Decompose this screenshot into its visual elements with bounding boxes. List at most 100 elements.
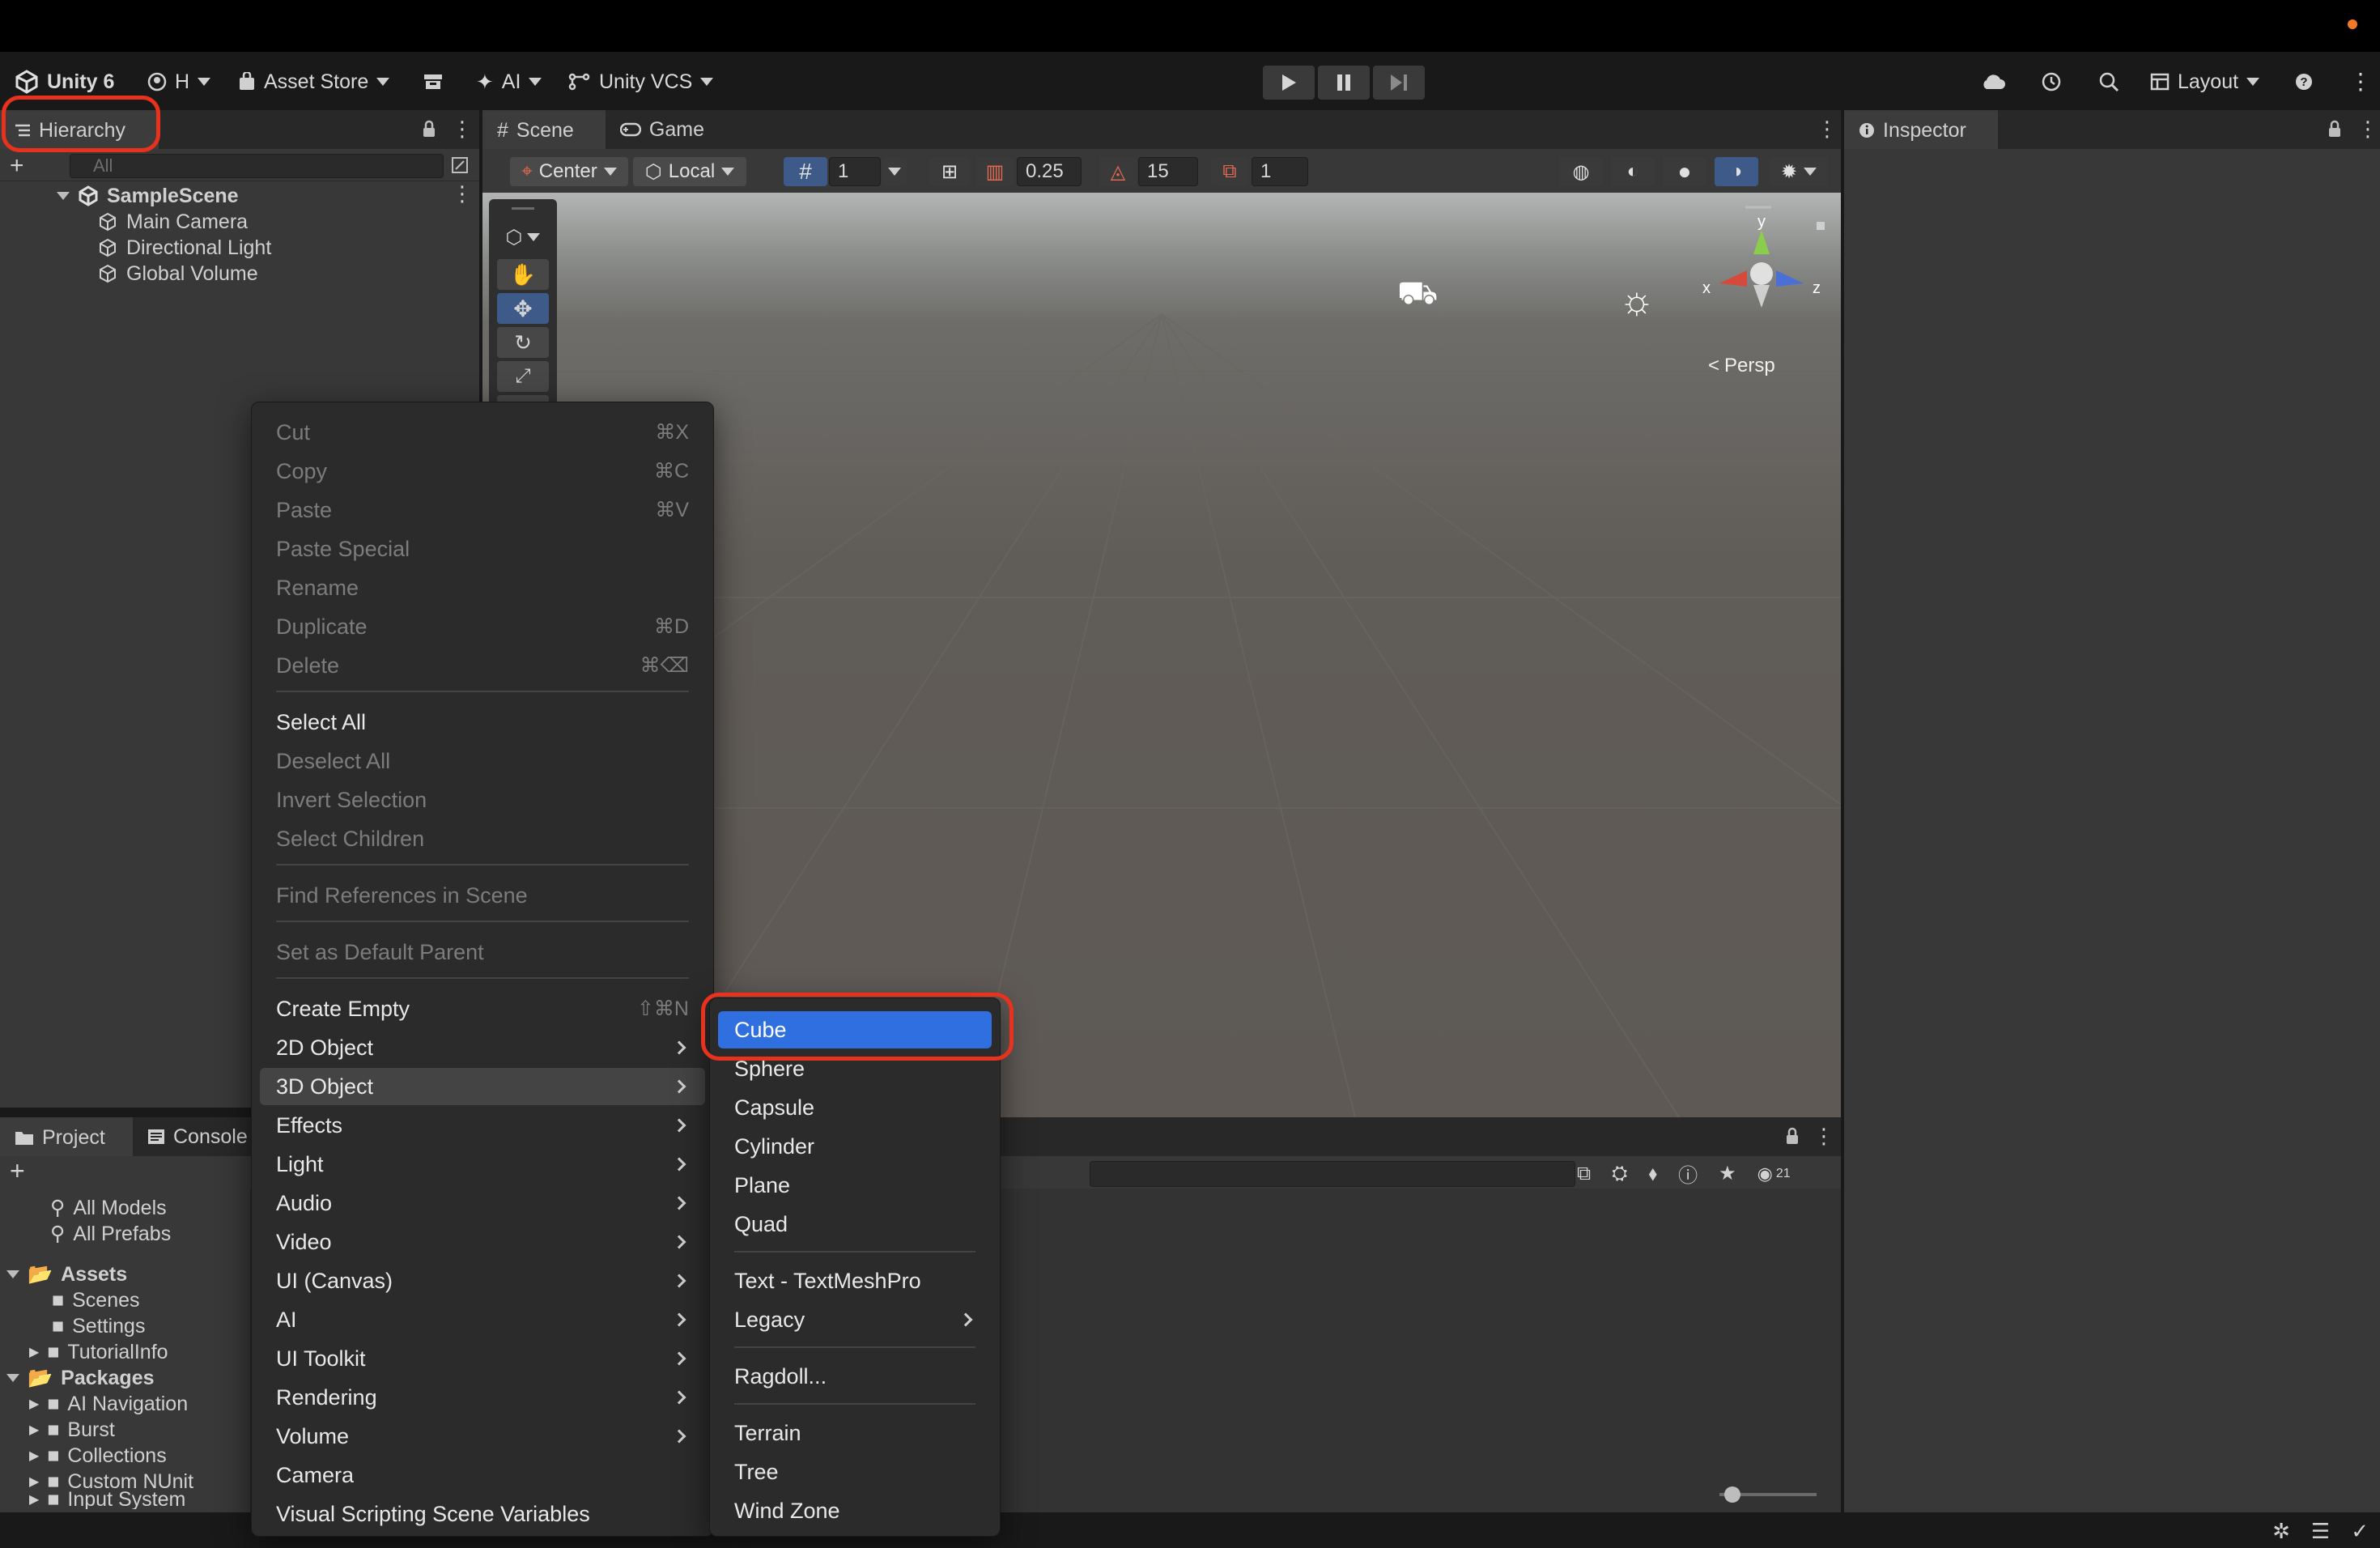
gizmo-center[interactable] <box>1750 262 1773 285</box>
help-button[interactable]: ? <box>2294 52 2314 112</box>
x-axis-cone[interactable] <box>1719 270 1747 287</box>
menu-item-select-children[interactable]: Select Children <box>260 820 705 857</box>
menu-item-volume[interactable]: Volume <box>260 1418 705 1455</box>
filter-icon[interactable]: ⛭ <box>1612 1163 1627 1185</box>
scale-tool-button[interactable]: ⤢ <box>497 361 549 392</box>
panel-menu-icon[interactable]: ⋮ <box>1813 1124 1834 1149</box>
orientation-button[interactable]: ◍ <box>1559 157 1603 186</box>
y-axis-cone[interactable] <box>1753 230 1770 254</box>
shaded-button[interactable]: ● <box>1663 157 1706 186</box>
menu-item-delete[interactable]: Delete ⌘⌫ <box>260 647 705 684</box>
history-button[interactable] <box>2040 52 2063 112</box>
submenu-item-terrain[interactable]: Terrain <box>718 1414 992 1452</box>
asset-store-dropdown[interactable]: Asset Store <box>238 52 390 112</box>
submenu-item-quad[interactable]: Quad <box>718 1206 992 1243</box>
more-options-icon[interactable]: ⋮ <box>2349 52 2372 112</box>
drag-handle[interactable] <box>512 207 534 210</box>
play-button[interactable] <box>1263 66 1315 100</box>
package-input-system[interactable]: ▶ ■ Input System <box>29 1490 185 1509</box>
neg-y-cone[interactable] <box>1753 285 1770 308</box>
submenu-item-tree[interactable]: Tree <box>718 1453 992 1491</box>
grid-toggle-button[interactable]: # <box>784 157 827 186</box>
menu-item-camera[interactable]: Camera <box>260 1457 705 1494</box>
menu-item-audio[interactable]: Audio <box>260 1184 705 1222</box>
search-button[interactable] <box>2098 52 2119 112</box>
expand-arrow-icon[interactable]: ▶ <box>29 1474 39 1490</box>
shaded-wireframe-button[interactable]: ◑ <box>1715 157 1758 186</box>
tab-project[interactable]: Project <box>0 1117 133 1156</box>
submenu-item-ragdoll[interactable]: Ragdoll... <box>718 1358 992 1395</box>
menu-item-ui-toolkit[interactable]: UI Toolkit <box>260 1340 705 1377</box>
menu-item-visual-scripting[interactable]: Visual Scripting Scene Variables <box>260 1495 705 1533</box>
project-search-input[interactable] <box>1090 1161 1575 1187</box>
label-icon[interactable]: ⬧ <box>1648 1163 1657 1185</box>
menu-item-invert-selection[interactable]: Invert Selection <box>260 781 705 819</box>
favorite-all-models[interactable]: ⚲ All Models <box>50 1195 167 1221</box>
scene-menu-icon[interactable]: ⋮ <box>452 181 473 206</box>
tab-console[interactable]: Console <box>133 1117 262 1156</box>
scene-root-row[interactable]: SampleScene <box>57 183 239 209</box>
ai-dropdown[interactable]: ✦ AI <box>476 52 542 112</box>
menu-item-rename[interactable]: Rename <box>260 569 705 606</box>
gizmos-dropdown[interactable]: ✹ <box>1770 157 1828 186</box>
menu-item-copy[interactable]: Copy ⌘C <box>260 453 705 490</box>
expand-arrow-icon[interactable]: ▶ <box>29 1448 39 1464</box>
submenu-item-text-tmp[interactable]: Text - TextMeshPro <box>718 1262 992 1299</box>
menu-item-ui-canvas[interactable]: UI (Canvas) <box>260 1262 705 1299</box>
lock-icon[interactable] <box>2327 120 2343 142</box>
grid-size-field[interactable]: 1 <box>829 157 881 186</box>
menu-item-set-default-parent[interactable]: Set as Default Parent <box>260 933 705 971</box>
layout-dropdown[interactable]: Layout <box>2150 52 2260 112</box>
warning-icon[interactable]: ⓘ <box>1678 1159 1698 1188</box>
camera-gizmo-icon[interactable]: ⛟ <box>1397 275 1438 316</box>
icon-size-slider-knob[interactable] <box>1724 1486 1740 1503</box>
sun-light-gizmo-icon[interactable]: ☼ <box>1619 279 1655 323</box>
hierarchy-search-input[interactable]: All <box>70 154 444 178</box>
expand-arrow-icon[interactable]: ▶ <box>29 1344 39 1360</box>
menu-item-paste[interactable]: Paste ⌘V <box>260 491 705 529</box>
menu-item-create-empty[interactable]: Create Empty ⇧⌘N <box>260 990 705 1027</box>
package-manager-button[interactable] <box>423 52 444 112</box>
hidden-packages-count[interactable]: ◉ 21 <box>1757 1163 1791 1184</box>
folder-scenes[interactable]: ■ Scenes <box>52 1287 140 1313</box>
move-tool-button[interactable]: ✥ <box>497 293 549 324</box>
checkmark-circle-icon[interactable]: ✓ <box>2351 1519 2369 1544</box>
space-local-dropdown[interactable]: ⬡ Local <box>633 157 746 186</box>
expand-triangle-icon[interactable] <box>57 192 70 200</box>
expand-triangle-icon[interactable] <box>6 1270 19 1278</box>
hierarchy-item-directional-light[interactable]: Directional Light <box>97 235 271 261</box>
add-icon[interactable]: + <box>10 1156 25 1186</box>
menu-item-effects[interactable]: Effects <box>260 1107 705 1144</box>
lock-icon[interactable] <box>1784 1127 1800 1149</box>
projection-toggle[interactable]: < Persp <box>1708 355 1775 377</box>
version-control-dropdown[interactable]: Unity VCS <box>568 52 714 112</box>
add-icon[interactable]: + <box>10 152 24 180</box>
expand-arrow-icon[interactable]: ▶ <box>29 1422 39 1438</box>
package-collections[interactable]: ▶ ■ Collections <box>29 1443 167 1469</box>
menu-item-light[interactable]: Light <box>260 1146 705 1183</box>
snap-toggle-button[interactable]: ⊞ <box>929 157 970 186</box>
favorite-star-icon[interactable]: ★ <box>1719 1162 1736 1185</box>
menu-item-select-all[interactable]: Select All <box>260 704 705 741</box>
menu-item-paste-special[interactable]: Paste Special <box>260 530 705 568</box>
cache-server-icon[interactable]: ☰ <box>2311 1519 2330 1544</box>
submenu-item-plane[interactable]: Plane <box>718 1167 992 1204</box>
lock-icon[interactable] <box>421 120 437 142</box>
rotate-tool-button[interactable]: ↻ <box>497 327 549 358</box>
menu-item-find-references[interactable]: Find References in Scene <box>260 877 705 914</box>
lock-icon[interactable] <box>1817 222 1825 230</box>
packages-root[interactable]: 📂 Packages <box>6 1365 155 1391</box>
folder-settings[interactable]: ■ Settings <box>52 1313 145 1339</box>
menu-item-2d-object[interactable]: 2D Object <box>260 1029 705 1066</box>
submenu-item-cylinder[interactable]: Cylinder <box>718 1128 992 1165</box>
menu-item-deselect-all[interactable]: Deselect All <box>260 742 705 780</box>
tab-scene[interactable]: # Scene <box>482 110 606 149</box>
expand-arrow-icon[interactable]: ▶ <box>29 1491 39 1508</box>
rotate-snap-field[interactable]: 15 <box>1138 157 1198 186</box>
menu-item-ai[interactable]: AI <box>260 1301 705 1338</box>
submenu-item-wind-zone[interactable]: Wind Zone <box>718 1492 992 1529</box>
cloud-button[interactable] <box>1980 52 2006 112</box>
assets-root[interactable]: 📂 Assets <box>6 1261 127 1287</box>
pause-button[interactable] <box>1318 66 1370 100</box>
hierarchy-item-main-camera[interactable]: Main Camera <box>97 209 248 235</box>
